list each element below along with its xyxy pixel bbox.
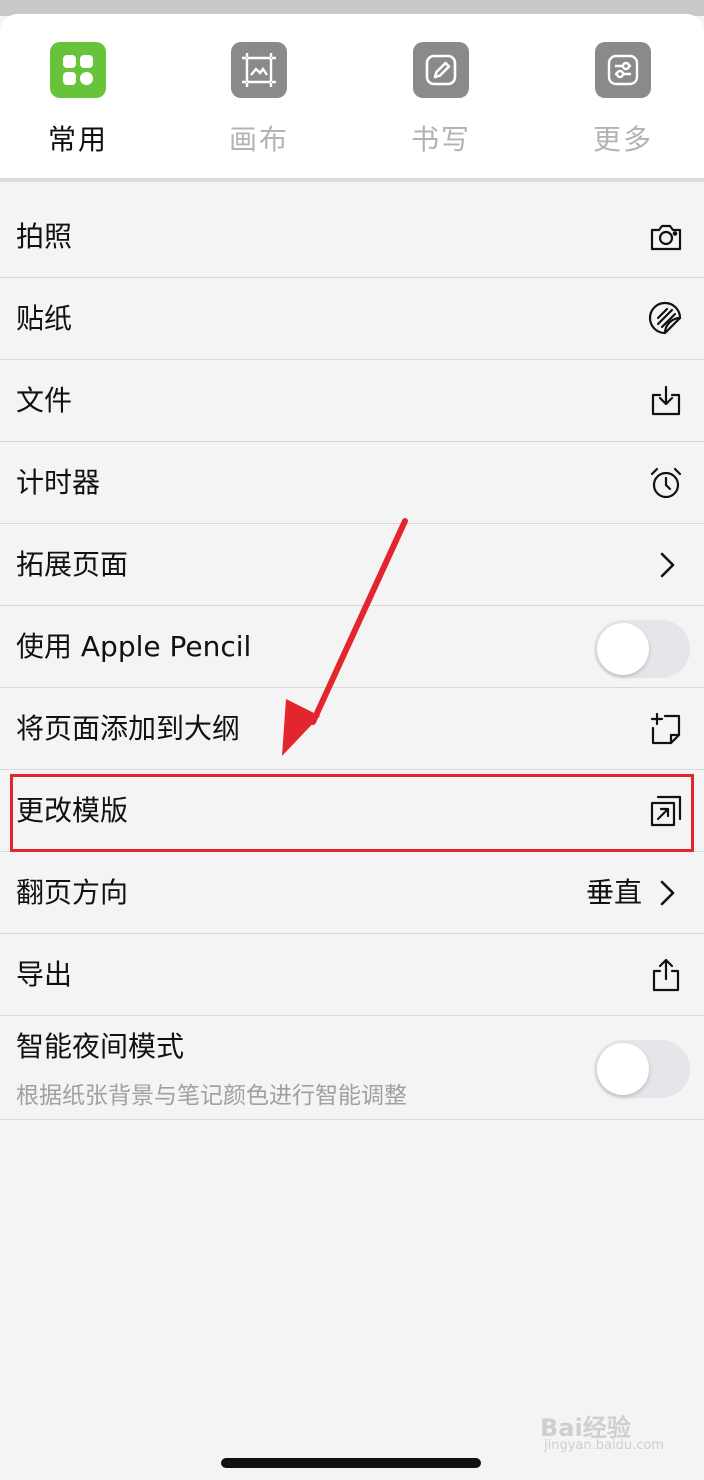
tab-label: 常用	[47, 123, 108, 156]
menu-item-label: 翻页方向	[16, 876, 129, 909]
tab-bar-divider	[0, 178, 704, 182]
home-indicator	[221, 1458, 481, 1468]
import-icon	[651, 385, 681, 416]
camera-icon	[650, 224, 682, 251]
menu-item-label: 文件	[16, 384, 73, 417]
menu-item-extend-page[interactable]: 拓展页面	[0, 524, 704, 606]
menu-item-label: 导出	[16, 958, 73, 991]
toggle-knob	[597, 1043, 649, 1095]
menu-item-label: 将页面添加到大纲	[16, 712, 241, 745]
page: 常用 画布 书写 更多 拍照 贴纸 文件 计时器 拓展页面 使用 Apple P…	[0, 0, 704, 1480]
menu-item-label: 贴纸	[16, 302, 73, 335]
pencil-icon	[413, 42, 469, 98]
tab-canvas[interactable]: 画布	[189, 42, 329, 162]
page-direction-value: 垂直	[585, 876, 642, 909]
toggle-knob	[597, 623, 649, 675]
tab-label: 画布	[228, 123, 289, 156]
canvas-icon	[231, 42, 287, 98]
menu-item-label: 拓展页面	[16, 548, 129, 581]
menu-item-page-direction[interactable]: 翻页方向 垂直	[0, 852, 704, 934]
watermark: Bai经验 jingyan.baidu.com	[540, 1408, 690, 1458]
change-template-icon	[650, 795, 682, 827]
share-icon	[652, 958, 680, 992]
menu-item-label: 拍照	[16, 220, 73, 253]
chevron-right-icon	[660, 880, 675, 906]
chevron-right-icon	[660, 552, 675, 578]
night-mode-description: 根据纸张背景与笔记颜色进行智能调整	[16, 1083, 407, 1109]
menu-item-add-to-outline[interactable]: 将页面添加到大纲	[0, 688, 704, 770]
menu-item-label: 更改模版	[16, 794, 129, 827]
menu-item-timer[interactable]: 计时器	[0, 442, 704, 524]
sliders-icon	[595, 42, 651, 98]
tab-writing[interactable]: 书写	[371, 42, 511, 162]
menu-item-label: 使用 Apple Pencil	[16, 630, 252, 663]
night-mode-toggle[interactable]	[594, 1040, 690, 1098]
menu-item-camera[interactable]: 拍照	[0, 196, 704, 278]
tab-more[interactable]: 更多	[553, 42, 693, 162]
menu-item-night-mode: 智能夜间模式 根据纸张背景与笔记颜色进行智能调整	[0, 1016, 704, 1120]
menu-item-label: 计时器	[16, 466, 101, 499]
menu-item-apple-pencil: 使用 Apple Pencil	[0, 606, 704, 688]
menu-item-change-template[interactable]: 更改模版	[0, 770, 704, 852]
tab-label: 更多	[592, 123, 653, 156]
menu-item-file[interactable]: 文件	[0, 360, 704, 442]
tab-common[interactable]: 常用	[8, 42, 148, 162]
apple-pencil-toggle[interactable]	[594, 620, 690, 678]
tab-bar: 常用 画布 书写 更多	[0, 14, 704, 178]
menu-item-export[interactable]: 导出	[0, 934, 704, 1016]
add-outline-icon	[650, 712, 681, 745]
menu-item-label: 智能夜间模式	[16, 1030, 185, 1063]
alarm-clock-icon	[650, 467, 682, 499]
menu-item-sticker[interactable]: 贴纸	[0, 278, 704, 360]
watermark-url: jingyan.baidu.com	[544, 1438, 664, 1453]
tab-label: 书写	[410, 123, 471, 156]
sticker-icon	[648, 301, 682, 335]
grid-icon	[50, 42, 106, 98]
